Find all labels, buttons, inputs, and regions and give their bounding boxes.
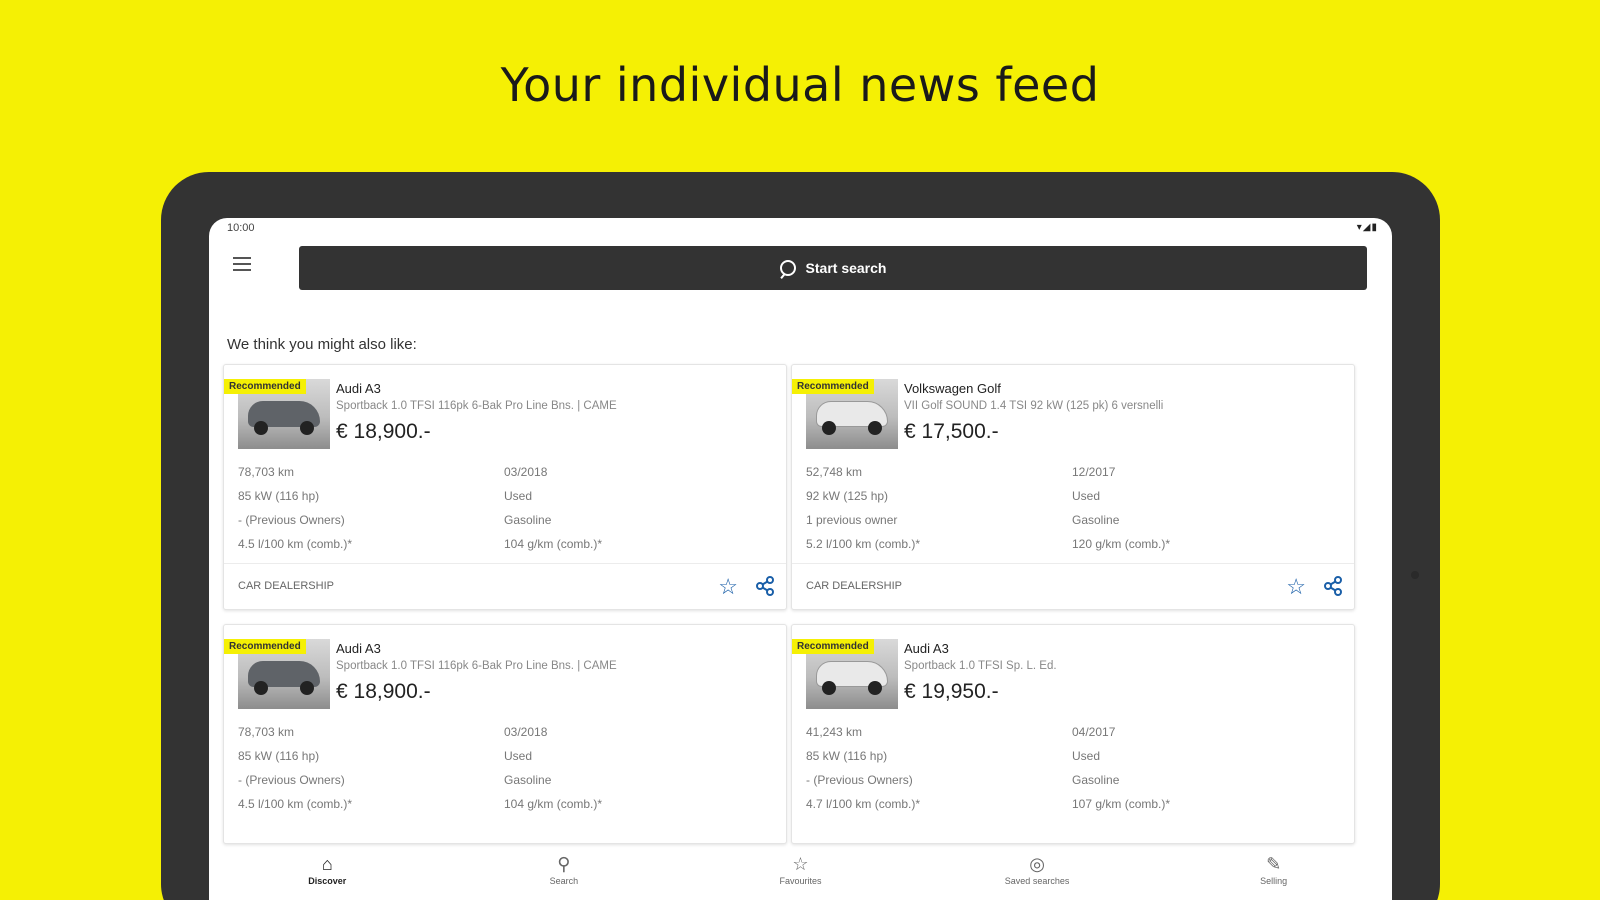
hamburger-menu-icon[interactable] <box>233 257 251 271</box>
favourite-star-icon[interactable]: ☆ <box>1286 574 1306 600</box>
saved-search-icon: ◎ <box>1029 854 1045 874</box>
recommended-badge: Recommended <box>792 379 874 394</box>
spec-value: 78,703 km <box>238 725 295 739</box>
card-footer: CAR DEALERSHIP ☆ <box>224 563 786 609</box>
spec-value: Gasoline <box>1072 513 1120 527</box>
listing-card[interactable]: Recommended Volkswagen Golf VII Golf SOU… <box>791 364 1355 610</box>
listing-subtitle: Sportback 1.0 TFSI 116pk 6-Bak Pro Line … <box>336 400 617 412</box>
spec-value: 03/2018 <box>504 465 548 479</box>
nav-item-favourites[interactable]: ☆ Favourites <box>725 848 875 900</box>
status-icons: ▾◢▮ <box>1356 222 1378 233</box>
search-label: Start search <box>805 260 887 276</box>
status-time: 10:00 <box>227 222 255 234</box>
spec-value: 52,748 km <box>806 465 863 479</box>
spec-value: 12/2017 <box>1072 465 1116 479</box>
share-icon[interactable] <box>1322 575 1344 597</box>
spec-value: 03/2018 <box>504 725 548 739</box>
listing-specs: 41,243 km 04/2017 85 kW (116 hp) Used - (Pre… <box>806 725 1326 811</box>
headline: Your individual news feed <box>500 58 1100 112</box>
status-bar: 10:00 ▾◢▮ <box>209 218 1392 240</box>
spec-value: 85 kW (116 hp) <box>806 749 888 763</box>
listing-price: € 17,500.- <box>904 420 999 443</box>
listing-title[interactable]: Volkswagen Golf <box>904 381 1001 396</box>
recommended-badge: Recommended <box>224 379 306 394</box>
card-footer: CAR DEALERSHIP ☆ <box>792 563 1354 609</box>
spec-value: 92 kW (125 hp) <box>806 489 889 503</box>
spec-value: Used <box>504 489 533 503</box>
spec-value: Gasoline <box>504 513 552 527</box>
section-title: We think you might also like: <box>227 336 417 353</box>
nav-label: Favourites <box>779 876 822 886</box>
listing-card[interactable]: Recommended Audi A3 Sportback 1.0 TFSI 1… <box>223 624 787 844</box>
spec-value: Used <box>1072 489 1101 503</box>
nav-item-selling[interactable]: ✎ Selling <box>1199 848 1349 900</box>
listing-subtitle: Sportback 1.0 TFSI Sp. L. Ed. <box>904 660 1057 672</box>
listing-subtitle: VII Golf SOUND 1.4 TSI 92 kW (125 pk) 6 … <box>904 400 1164 412</box>
listing-specs: 78,703 km 03/2018 85 kW (116 hp) Used - (Pre… <box>238 725 758 811</box>
listing-card[interactable]: Recommended Audi A3 Sportback 1.0 TFSI 1… <box>223 364 787 610</box>
bottom-navigation: ⌂ Discover ⚲ Search ☆ Favourites ◎ Saved search… <box>209 848 1392 900</box>
listing-price: € 18,900.- <box>336 420 431 443</box>
nav-label: Selling <box>1260 876 1288 886</box>
recommended-badge: Recommended <box>224 639 306 654</box>
listing-specs: 78,703 km 03/2018 85 kW (116 hp) Used - (Pre… <box>238 465 758 551</box>
nav-label: Search <box>549 876 579 886</box>
spec-value: 107 g/km (comb.)* <box>1072 797 1171 811</box>
spec-value: 85 kW (116 hp) <box>238 749 320 763</box>
nav-item-saved-searches[interactable]: ◎ Saved searches <box>962 848 1112 900</box>
listing-price: € 18,900.- <box>336 680 431 703</box>
spec-value: 5.2 l/100 km (comb.)* <box>806 537 921 551</box>
spec-value: 4.5 l/100 km (comb.)* <box>238 537 353 551</box>
search-icon <box>779 260 796 276</box>
tablet-screen: 10:00 ▾◢▮ Start search We think you migh… <box>209 218 1392 900</box>
listing-subtitle: Sportback 1.0 TFSI 116pk 6-Bak Pro Line … <box>336 660 617 672</box>
dealer-type: CAR DEALERSHIP <box>238 580 334 592</box>
nav-label: Discover <box>308 876 347 886</box>
spec-value: 04/2017 <box>1072 725 1116 739</box>
spec-value: 85 kW (116 hp) <box>238 489 320 503</box>
spec-value: 41,243 km <box>806 725 863 739</box>
spec-value: 78,703 km <box>238 465 295 479</box>
selling-icon: ✎ <box>1266 854 1282 874</box>
spec-value: - (Previous Owners) <box>238 773 345 787</box>
spec-value: 4.7 l/100 km (comb.)* <box>806 797 921 811</box>
spec-value: - (Previous Owners) <box>238 513 345 527</box>
spec-value: 1 previous owner <box>806 513 898 527</box>
tablet-camera-dot <box>1411 571 1419 579</box>
spec-value: Gasoline <box>504 773 552 787</box>
spec-value: 104 g/km (comb.)* <box>504 537 603 551</box>
star-icon: ☆ <box>792 854 809 874</box>
nav-item-discover[interactable]: ⌂ Discover <box>252 848 402 900</box>
share-icon[interactable] <box>754 575 776 597</box>
spec-value: - (Previous Owners) <box>806 773 913 787</box>
home-icon: ⌂ <box>321 854 333 874</box>
dealer-type: CAR DEALERSHIP <box>806 580 902 592</box>
search-icon: ⚲ <box>557 854 571 874</box>
listing-title[interactable]: Audi A3 <box>904 641 949 656</box>
spec-value: Used <box>1072 749 1101 763</box>
spec-value: Gasoline <box>1072 773 1120 787</box>
spec-value: 104 g/km (comb.)* <box>504 797 603 811</box>
listing-title[interactable]: Audi A3 <box>336 381 381 396</box>
favourite-star-icon[interactable]: ☆ <box>718 574 738 600</box>
listing-card[interactable]: Recommended Audi A3 Sportback 1.0 TFSI S… <box>791 624 1355 844</box>
listing-specs: 52,748 km 12/2017 92 kW (125 hp) Used 1 prev… <box>806 465 1326 551</box>
spec-value: 120 g/km (comb.)* <box>1072 537 1171 551</box>
nav-item-search[interactable]: ⚲ Search <box>489 848 639 900</box>
listing-title[interactable]: Audi A3 <box>336 641 381 656</box>
spec-value: Used <box>504 749 533 763</box>
spec-value: 4.5 l/100 km (comb.)* <box>238 797 353 811</box>
recommended-badge: Recommended <box>792 639 874 654</box>
nav-label: Saved searches <box>1004 876 1070 886</box>
listing-price: € 19,950.- <box>904 680 999 703</box>
search-button[interactable]: Start search <box>299 246 1367 290</box>
